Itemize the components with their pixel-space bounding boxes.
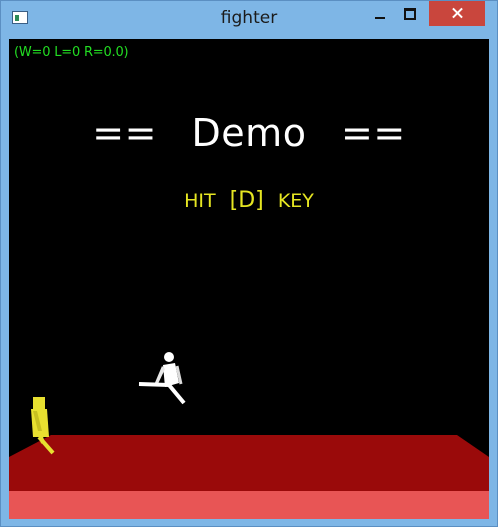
floor-top: [9, 435, 489, 457]
maximize-button[interactable]: [397, 2, 423, 24]
close-button[interactable]: [429, 1, 485, 26]
app-window: fighter (W=0 L=0 R=0.0) == Demo == HIT […: [0, 0, 498, 527]
floor-front: [9, 491, 489, 519]
title-bar[interactable]: fighter: [1, 1, 497, 38]
white-fighter: [138, 352, 186, 405]
prompt-hit: HIT: [184, 190, 216, 212]
prompt-key: [D]: [229, 188, 264, 213]
key-prompt: HIT [D] KEY: [9, 188, 489, 213]
game-viewport[interactable]: (W=0 L=0 R=0.0) == Demo == HIT [D] KEY: [9, 39, 489, 519]
prompt-key-word: KEY: [277, 190, 314, 212]
minimize-button[interactable]: [367, 2, 393, 24]
floor-side: [9, 457, 489, 491]
demo-banner: == Demo ==: [92, 111, 406, 155]
score-stats: (W=0 L=0 R=0.0): [14, 45, 129, 60]
